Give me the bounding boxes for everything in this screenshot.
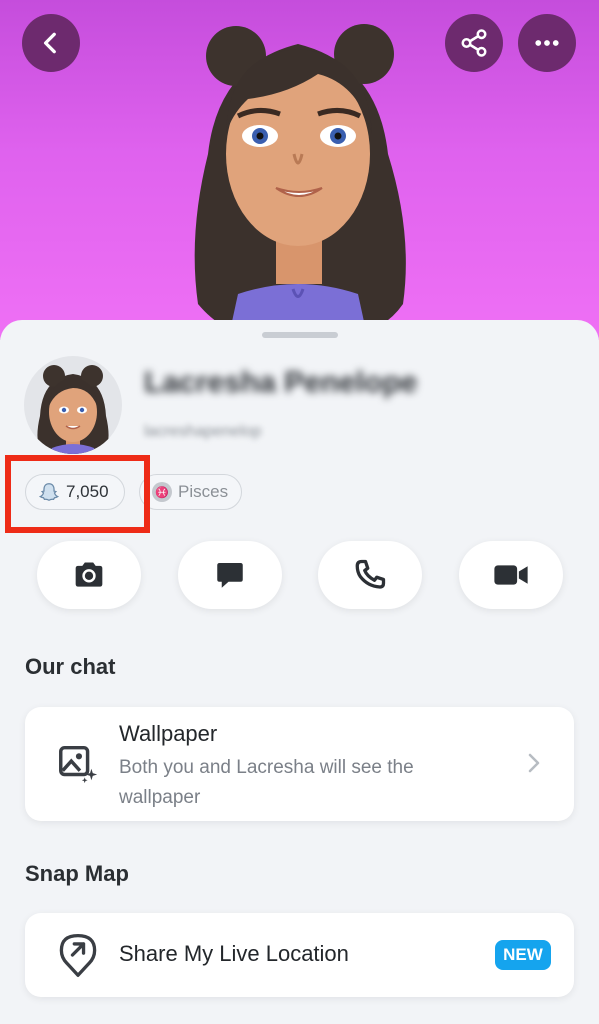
new-badge: NEW [495,940,551,970]
snap-map-heading: Snap Map [25,861,129,886]
call-button[interactable] [318,541,422,609]
wallpaper-sparkle-icon [59,745,98,784]
more-options-button[interactable] [518,14,576,72]
share-icon [461,29,487,57]
pisces-icon: ♓ [152,482,172,502]
camera-icon [75,562,103,587]
back-button[interactable] [22,14,80,72]
share-location-title: Share My Live Location [119,941,349,966]
chevron-right-icon [528,753,540,773]
share-button[interactable] [445,14,503,72]
camera-button[interactable] [37,541,141,609]
avatar[interactable] [24,356,122,454]
drag-handle[interactable] [262,332,338,338]
profile-sheet: Lacresha Penelope lacreshapenelop 7,050 … [0,320,599,1024]
chevron-left-icon [43,32,56,54]
share-live-location-card[interactable]: Share My Live Location NEW [25,913,574,997]
username: lacreshapenelop [144,423,262,440]
wallpaper-title: Wallpaper [119,721,218,746]
bitmoji-avatar-large [194,24,406,340]
more-horizontal-icon [535,40,559,46]
display-name: Lacresha Penelope [144,366,418,399]
highlight-annotation [5,455,150,533]
chat-bubble-icon [217,563,243,588]
phone-icon [355,559,386,589]
video-call-button[interactable] [459,541,563,609]
profile-header [0,0,599,340]
bitmoji-avatar-small [37,365,109,454]
zodiac-label: Pisces [178,482,229,501]
chat-button[interactable] [178,541,282,609]
our-chat-heading: Our chat [25,654,116,679]
wallpaper-subtitle: Both you and Lacresha will see the wallp… [119,757,414,808]
video-camera-icon [494,565,528,585]
wallpaper-card[interactable]: Wallpaper Both you and Lacresha will see… [25,707,574,821]
location-arrow-pin-icon [59,933,97,977]
zodiac-pill[interactable]: ♓ Pisces [139,474,242,510]
